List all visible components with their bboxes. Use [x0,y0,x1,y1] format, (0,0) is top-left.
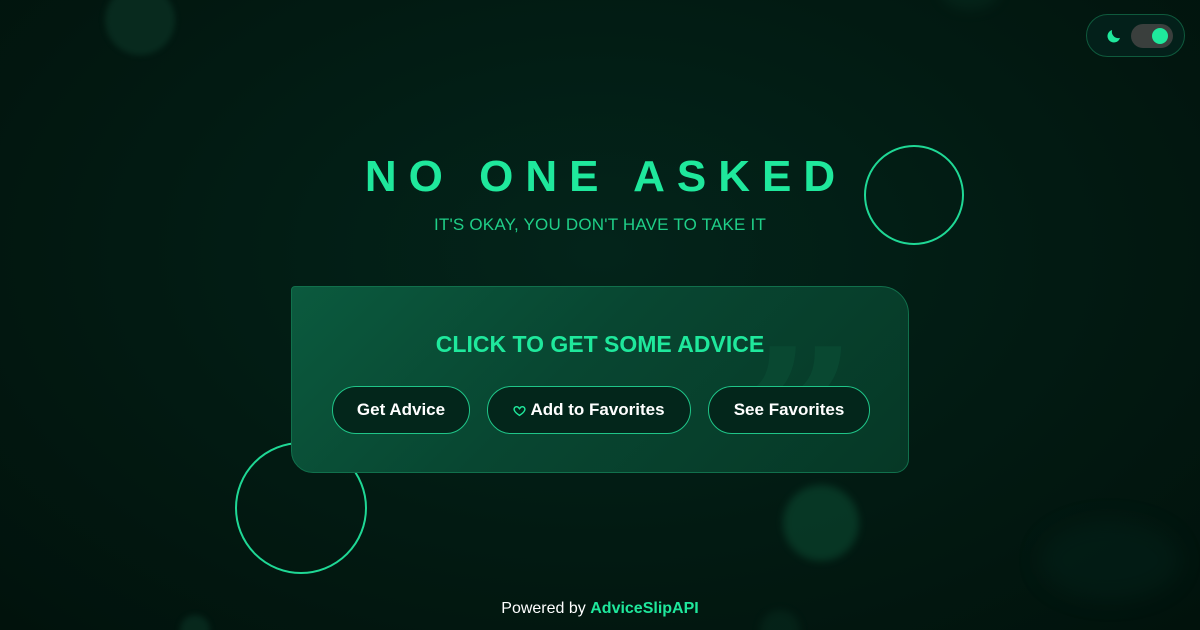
footer-prefix: Powered by [501,600,586,617]
heart-icon [513,406,527,417]
advice-prompt: CLICK TO GET SOME ADVICE [435,331,765,357]
background-blob [940,0,1000,10]
add-to-favorites-button[interactable]: Add to Favorites [487,386,691,434]
background-blob [1040,520,1180,600]
footer: Powered by AdviceSlipAPI [0,600,1200,618]
add-to-favorites-label: Add to Favorites [530,400,665,419]
theme-toggle[interactable] [1086,14,1185,57]
see-favorites-button[interactable]: See Favorites [708,386,870,434]
toggle-switch[interactable] [1131,23,1173,48]
background-blob [783,485,859,561]
moon-icon [1107,29,1120,43]
page-subtitle: IT'S OKAY, YOU DON'T HAVE TO TAKE IT [433,215,767,234]
page-title: NO ONE ASKED [364,152,848,201]
get-advice-label: Get Advice [356,400,446,419]
toggle-knob [1152,27,1168,44]
see-favorites-label: See Favorites [733,400,845,419]
advice-card: ” CLICK TO GET SOME ADVICE Get Advice Ad… [291,286,909,473]
background-blob [105,0,175,55]
get-advice-button[interactable]: Get Advice [332,386,470,434]
advice-slip-api-link[interactable]: AdviceSlipAPI [590,600,698,617]
